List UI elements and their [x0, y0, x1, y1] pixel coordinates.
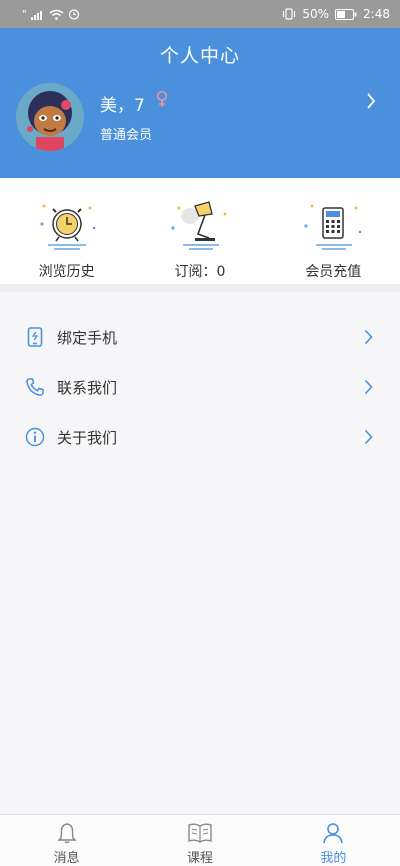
status-time: 2:48: [363, 7, 390, 21]
info-icon: [25, 427, 45, 447]
subscription-button[interactable]: 订阅：0: [133, 178, 266, 284]
about-us-label: 关于我们: [57, 428, 118, 447]
status-bar: " 50% 2:48: [0, 0, 400, 28]
calculator-icon: [304, 204, 362, 250]
subscription-label: 订阅：0: [174, 264, 226, 280]
chevron-right-icon: [364, 329, 373, 349]
battery-icon: [335, 8, 357, 20]
signal-icon: [30, 9, 45, 20]
member-level: 普通会员: [100, 128, 153, 143]
user-name: 美，7: [100, 96, 145, 116]
member-recharge-button[interactable]: 会员充值: [267, 178, 400, 284]
member-recharge-label: 会员充值: [305, 264, 362, 280]
nav-messages[interactable]: 消息: [0, 815, 133, 866]
profile-header[interactable]: 个人中心 美，7 普通会员: [0, 28, 400, 178]
carrier-mark: ": [22, 8, 27, 20]
browse-history-label: 浏览历史: [38, 264, 95, 280]
phone-icon: [25, 327, 45, 347]
browse-history-button[interactable]: 浏览历史: [0, 178, 133, 284]
chevron-right-icon: [364, 379, 373, 399]
nav-mine-label: 我的: [320, 851, 347, 866]
status-bar-right: 50% 2:48: [282, 7, 390, 21]
telephone-icon: [25, 377, 45, 397]
bottom-nav: 消息 课程 我的: [0, 814, 400, 866]
battery-percent: 50%: [302, 7, 330, 21]
avatar[interactable]: [16, 83, 84, 151]
page-title: 个人中心: [159, 45, 240, 67]
bind-phone-item[interactable]: 绑定手机: [0, 312, 400, 362]
about-us-item[interactable]: 关于我们: [0, 412, 400, 462]
nav-messages-label: 消息: [53, 851, 80, 866]
bind-phone-label: 绑定手机: [57, 328, 118, 347]
section-divider: [0, 284, 400, 292]
nav-courses[interactable]: 课程: [133, 815, 266, 866]
alarm-clock-icon: [39, 204, 95, 250]
contact-us-label: 联系我们: [57, 378, 118, 397]
book-icon: [188, 823, 212, 843]
user-icon: [323, 823, 344, 844]
vibrate-icon: [282, 8, 296, 20]
wifi-icon: [49, 9, 64, 20]
nav-mine[interactable]: 我的: [267, 815, 400, 866]
chevron-right-icon[interactable]: [366, 92, 376, 114]
bell-icon: [56, 823, 77, 844]
contact-us-item[interactable]: 联系我们: [0, 362, 400, 412]
female-icon: [156, 90, 168, 112]
chevron-right-icon: [364, 429, 373, 449]
desk-lamp-icon: [170, 201, 227, 250]
menu-list: 绑定手机 联系我们 关于我们: [0, 312, 400, 462]
quick-actions: 浏览历史 订阅：0 会员充值: [0, 178, 400, 284]
status-bar-left: ": [22, 8, 80, 20]
alarm-icon: [68, 8, 80, 20]
nav-courses-label: 课程: [186, 851, 213, 866]
